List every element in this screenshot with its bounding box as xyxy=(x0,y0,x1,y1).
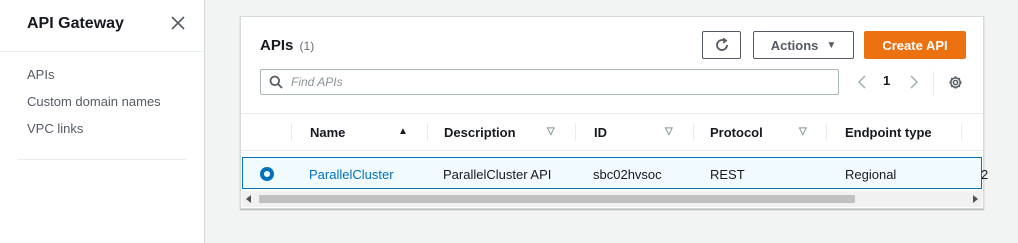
column-header-name[interactable]: Name ▲ xyxy=(310,114,416,150)
refresh-icon xyxy=(715,37,728,51)
table-row[interactable]: ParallelCluster ParallelCluster API sbc0… xyxy=(242,157,988,189)
create-api-button[interactable]: Create API xyxy=(864,31,966,59)
caret-down-icon: ▼ xyxy=(826,39,837,51)
chevron-left-icon[interactable] xyxy=(855,73,869,91)
sidebar-item-vpc-links[interactable]: VPC links xyxy=(27,122,161,149)
cell-description: ParallelCluster API xyxy=(443,167,552,182)
close-icon[interactable] xyxy=(170,15,186,31)
sidebar-header: API Gateway xyxy=(0,0,204,52)
column-divider xyxy=(961,123,962,141)
scroll-left-arrow-icon[interactable] xyxy=(246,195,251,203)
sort-icon: ▽ xyxy=(799,126,807,137)
column-divider xyxy=(693,123,694,141)
table-header: Name ▲ Description ▽ ID ▽ Protocol ▽ End… xyxy=(241,113,983,151)
panel-title-text: APIs xyxy=(260,37,294,54)
column-header-description[interactable]: Description ▽ xyxy=(444,114,564,150)
scrollbar-thumb[interactable] xyxy=(259,195,855,203)
sort-icon: ▽ xyxy=(665,126,673,137)
actions-button[interactable]: Actions ▼ xyxy=(753,31,854,59)
pager-divider xyxy=(933,71,934,95)
actions-label: Actions xyxy=(770,37,819,53)
column-divider xyxy=(291,123,292,141)
sidebar-divider xyxy=(18,159,186,160)
page-number[interactable]: 1 xyxy=(883,73,890,91)
horizontal-scrollbar[interactable] xyxy=(242,191,982,207)
column-header-endpoint-type[interactable]: Endpoint type xyxy=(845,114,955,150)
panel-title: APIs (1) xyxy=(260,37,314,54)
gear-icon[interactable] xyxy=(948,75,963,90)
chevron-right-icon[interactable] xyxy=(907,73,921,91)
sidebar: API Gateway APIs Custom domain names VPC… xyxy=(0,0,205,243)
api-name-link[interactable]: ParallelCluster xyxy=(309,167,394,182)
sidebar-title: API Gateway xyxy=(27,15,124,32)
apis-panel: APIs (1) Actions ▼ Create API 1 Name xyxy=(240,16,988,209)
sort-ascending-icon: ▲ xyxy=(398,126,408,137)
refresh-button[interactable] xyxy=(702,31,741,59)
column-divider xyxy=(427,123,428,141)
column-divider xyxy=(826,123,827,141)
sidebar-nav: APIs Custom domain names VPC links xyxy=(27,68,161,149)
sidebar-item-custom-domain-names[interactable]: Custom domain names xyxy=(27,95,161,122)
row-select-radio[interactable] xyxy=(260,167,274,181)
scroll-right-arrow-icon[interactable] xyxy=(973,195,978,203)
search-input[interactable] xyxy=(291,73,831,91)
cell-truncated: 2 xyxy=(981,167,989,182)
cell-endpoint-type: Regional xyxy=(845,167,897,182)
column-divider xyxy=(575,123,576,141)
cell-id: sbc02hvsoc xyxy=(593,167,662,182)
api-count: (1) xyxy=(299,39,315,53)
search-icon xyxy=(269,75,283,89)
sidebar-item-apis[interactable]: APIs xyxy=(27,68,161,95)
column-header-id[interactable]: ID ▽ xyxy=(594,114,684,150)
search-field[interactable] xyxy=(260,69,839,95)
sort-icon: ▽ xyxy=(547,126,555,137)
column-header-protocol[interactable]: Protocol ▽ xyxy=(710,114,810,150)
cell-protocol: REST xyxy=(710,167,745,182)
